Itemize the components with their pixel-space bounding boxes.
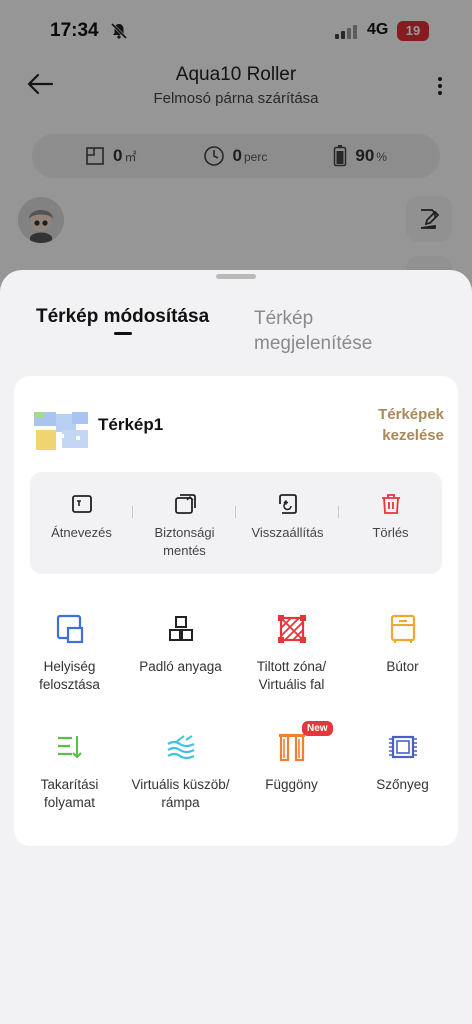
tool-threshold[interactable]: Virtuális küszöb/ rámpa (125, 718, 236, 836)
tool-no-go-zone-label: Tiltott zóna/ Virtuális fal (256, 659, 327, 692)
map-edit-sheet: Térkép módosítása Térkép megjelenítése T… (0, 270, 472, 1024)
tab-map-edit[interactable]: Térkép módosítása (36, 306, 209, 328)
manage-maps-link[interactable]: Térképek kezelése (344, 404, 444, 446)
map-tools-grid: Helyiség felosztása Padló anyaga Tiltott… (14, 600, 458, 836)
backup-button[interactable]: Biztonsági mentés (133, 472, 236, 574)
carpet-icon (388, 735, 417, 759)
curtain-icon (278, 734, 305, 762)
active-tab-indicator (114, 332, 132, 335)
map-edit-card: Térkép1 Térképek kezelése Átnevezés Bizt… (14, 376, 458, 846)
tool-room-split-label: Helyiség felosztása (39, 659, 100, 692)
restore-label: Visszaállítás (251, 525, 324, 540)
restore-icon (278, 494, 297, 514)
sheet-drag-handle[interactable] (216, 274, 256, 279)
tool-carpet-label: Szőnyeg (376, 777, 429, 792)
tool-room-split[interactable]: Helyiség felosztása (14, 600, 125, 718)
tool-floor-material[interactable]: Padló anyaga (125, 600, 236, 718)
tool-floor-material-label: Padló anyaga (139, 659, 222, 674)
tool-furniture-label: Bútor (386, 659, 419, 674)
map-name: Térkép1 (98, 415, 164, 434)
backup-label: Biztonsági mentés (154, 525, 215, 558)
delete-button[interactable]: Törlés (339, 472, 442, 574)
cleaning-sequence-icon (57, 736, 82, 759)
rename-button[interactable]: Átnevezés (30, 472, 133, 574)
tool-no-go-zone[interactable]: Tiltott zóna/ Virtuális fal (236, 600, 347, 718)
tab-map-display[interactable]: Térkép megjelenítése (254, 306, 404, 356)
tool-carpet[interactable]: Szőnyeg (347, 718, 458, 836)
tool-cleaning-sequence[interactable]: Takarítási folyamat (14, 718, 125, 836)
backup-icon (174, 494, 196, 514)
tool-threshold-label: Virtuális küszöb/ rámpa (131, 777, 230, 810)
rename-icon (71, 495, 92, 513)
map-thumbnail[interactable] (32, 394, 92, 454)
room-split-icon (56, 614, 83, 644)
tool-curtain-label: Függöny (265, 777, 318, 792)
new-badge: New (302, 721, 333, 736)
restore-button[interactable]: Visszaállítás (236, 472, 339, 574)
floor-material-icon (168, 616, 193, 641)
tool-cleaning-sequence-label: Takarítási folyamat (40, 777, 99, 810)
map-actions: Átnevezés Biztonsági mentés Visszaállítá… (30, 472, 442, 574)
delete-label: Törlés (372, 525, 409, 540)
furniture-icon (390, 614, 415, 643)
threshold-icon (166, 735, 194, 760)
rename-label: Átnevezés (51, 525, 112, 540)
tool-furniture[interactable]: Bútor (347, 600, 458, 718)
tool-curtain[interactable]: New Függöny (236, 718, 347, 836)
no-go-zone-icon (277, 615, 306, 643)
trash-icon (381, 494, 400, 514)
